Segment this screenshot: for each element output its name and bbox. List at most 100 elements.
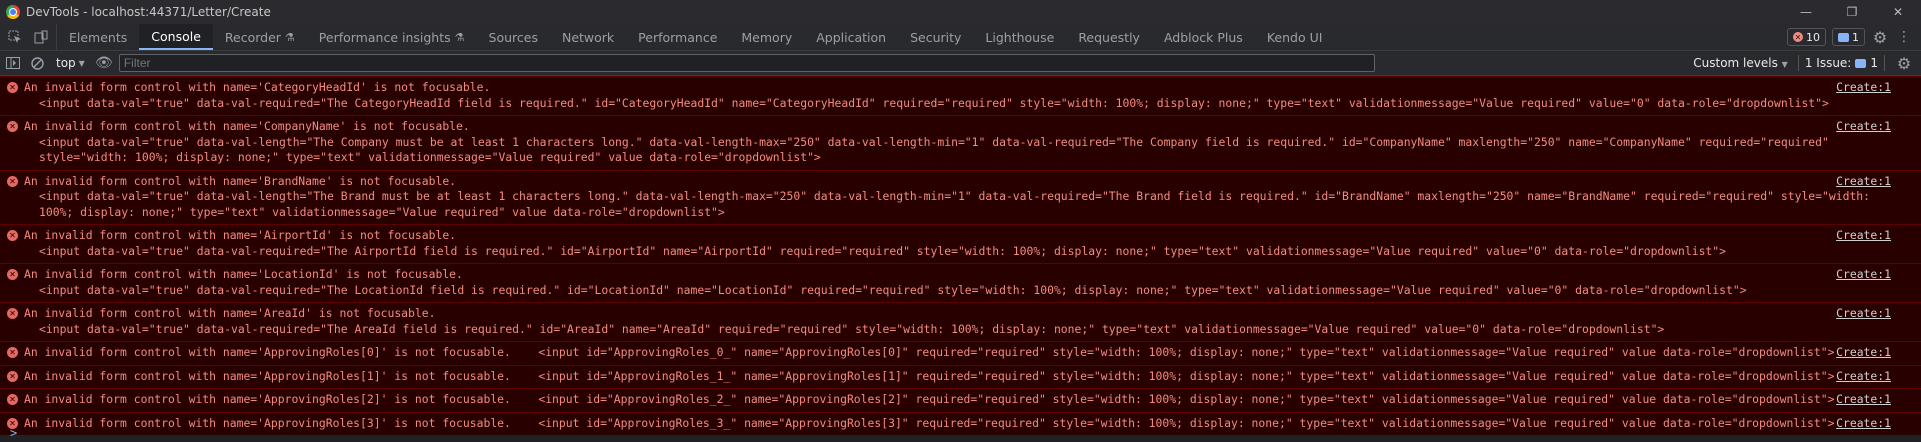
error-icon: ✕ [7, 269, 18, 280]
element-snippet[interactable]: <input data-val="true" data-val-length="… [24, 135, 1891, 166]
sidebar-toggle-icon[interactable] [4, 54, 22, 72]
tab-performance-insights[interactable]: Performance insights ⚗ [307, 24, 477, 50]
console-error-message[interactable]: ✕ An invalid form control with name='Appr… [0, 364, 1921, 388]
tab-network[interactable]: Network [550, 24, 626, 50]
element-snippet[interactable]: <input id="ApprovingRoles_2_" name="Appr… [538, 392, 1834, 406]
tab-label: Performance [638, 29, 718, 45]
error-count: 10 [1806, 30, 1820, 44]
tab-console[interactable]: Console [139, 24, 213, 50]
close-icon[interactable]: ✕ [1875, 0, 1921, 24]
source-link[interactable]: Create:1 [1836, 174, 1891, 190]
error-count-badge[interactable]: ✕ 10 [1787, 28, 1826, 46]
tab-kendo-ui[interactable]: Kendo UI [1255, 24, 1335, 50]
window-title: DevTools - localhost:44371/Letter/Create [26, 5, 271, 19]
minimize-icon[interactable]: — [1783, 0, 1829, 24]
tab-label: Elements [69, 29, 128, 45]
source-link[interactable]: Create:1 [1836, 228, 1891, 244]
tab-label: Sources [488, 29, 538, 45]
chrome-icon [6, 5, 20, 19]
element-snippet[interactable]: <input id="ApprovingRoles_0_" name="Appr… [538, 345, 1834, 359]
more-options-icon[interactable]: ⋮ [1895, 28, 1913, 46]
tab-lighthouse[interactable]: Lighthouse [973, 24, 1066, 50]
element-snippet[interactable]: <input data-val="true" data-val-required… [24, 244, 1891, 260]
tab-elements[interactable]: Elements [57, 24, 139, 50]
source-link[interactable]: Create:1 [1836, 267, 1891, 283]
error-icon: ✕ [7, 370, 18, 382]
element-snippet[interactable]: <input data-val="true" data-val-required… [24, 283, 1891, 299]
source-link[interactable]: Create:1 [1836, 416, 1891, 432]
panel-tabs: Elements Console Recorder ⚗ Performance insi… [57, 24, 1334, 50]
tab-performance[interactable]: Performance [626, 24, 729, 50]
tab-adblock-plus[interactable]: Adblock Plus [1152, 24, 1255, 50]
live-expression-eye-icon[interactable]: 👁 [95, 54, 113, 72]
console-settings-gear-icon[interactable]: ⚙ [1895, 54, 1913, 73]
console-error-message[interactable]: ✕ An invalid form control with name='Cate… [0, 76, 1921, 115]
console-error-message[interactable]: ✕ An invalid form control with name='Bran… [0, 169, 1921, 224]
error-icon: ✕ [7, 394, 18, 405]
clear-console-icon[interactable] [28, 54, 46, 72]
error-icon: ✕ [7, 175, 18, 187]
tab-label: Recorder [224, 29, 281, 45]
filter-input[interactable] [118, 54, 1375, 72]
issues-label: 1 Issue: [1804, 56, 1852, 70]
console-error-message[interactable]: ✕ An invalid form control with name='Loca… [0, 263, 1921, 302]
tab-label: Adblock Plus [1163, 29, 1243, 45]
element-snippet[interactable]: <input id="ApprovingRoles_3_" name="Appr… [538, 416, 1834, 430]
tab-recorder[interactable]: Recorder ⚗ [213, 24, 307, 50]
tab-label: Lighthouse [985, 29, 1055, 45]
source-link[interactable]: Create:1 [1836, 306, 1891, 322]
console-prompt[interactable]: > [10, 426, 17, 440]
source-link[interactable]: Create:1 [1836, 119, 1891, 135]
device-toolbar-icon[interactable] [32, 28, 50, 46]
source-link[interactable]: Create:1 [1836, 345, 1891, 361]
console-error-message[interactable]: ✕ An invalid form control with name='Appr… [0, 341, 1921, 365]
element-snippet[interactable]: <input id="ApprovingRoles_1_" name="Appr… [538, 369, 1834, 383]
tab-memory[interactable]: Memory [729, 24, 804, 50]
tab-security[interactable]: Security [898, 24, 973, 50]
element-snippet[interactable]: <input data-val="true" data-val-length="… [24, 189, 1891, 220]
log-levels-dropdown[interactable]: Custom levels ▼ [1693, 56, 1788, 70]
message-count: 1 [1852, 30, 1859, 44]
source-link[interactable]: Create:1 [1836, 80, 1891, 96]
tab-sources[interactable]: Sources [477, 24, 550, 50]
element-snippet[interactable]: <input data-val="true" data-val-required… [24, 96, 1891, 112]
context-selector[interactable]: top ▼ [52, 56, 89, 70]
context-label: top [56, 56, 76, 70]
tab-label: Memory [741, 29, 793, 45]
element-snippet[interactable]: <input data-val="true" data-val-required… [24, 322, 1891, 338]
tab-application[interactable]: Application [804, 24, 898, 50]
message-text: An invalid form control with name='Appro… [24, 415, 511, 430]
window-controls: — ❐ ✕ [1783, 0, 1921, 24]
window-titlebar: DevTools - localhost:44371/Letter/Create… [0, 0, 1921, 24]
tab-label: Network [561, 29, 615, 45]
message-text: An invalid form control with name='Brand… [24, 173, 457, 188]
message-text: An invalid form control with name='Appro… [24, 368, 511, 383]
message-text: An invalid form control with name='Appro… [24, 345, 511, 359]
tab-requestly[interactable]: Requestly [1066, 24, 1152, 50]
error-icon: ✕ [7, 230, 18, 241]
console-error-message[interactable]: ✕ An invalid form control with name='Appr… [0, 411, 1921, 435]
console-toolbar: top ▼ 👁 Custom levels ▼ 1 Issue: 1 ⚙ [0, 51, 1921, 76]
message-count-badge[interactable]: 1 [1832, 28, 1865, 46]
console-error-message[interactable]: ✕ An invalid form control with name='Area… [0, 302, 1921, 341]
message-icon [1838, 32, 1849, 42]
tabbar-tools [0, 24, 57, 50]
message-text: An invalid form control with name='Airpo… [24, 228, 457, 242]
experimental-flask-icon: ⚗ [284, 30, 295, 44]
chevron-down-icon: ▼ [1781, 60, 1788, 69]
source-link[interactable]: Create:1 [1836, 369, 1891, 385]
tab-label: Console [151, 28, 201, 44]
console-error-message[interactable]: ✕ An invalid form control with name='Airp… [0, 224, 1921, 263]
restore-icon[interactable]: ❐ [1829, 0, 1875, 24]
source-link[interactable]: Create:1 [1836, 392, 1891, 408]
message-text: An invalid form control with name='Categ… [24, 80, 491, 94]
error-icon: ✕ [7, 82, 18, 93]
issues-button[interactable]: 1 Issue: 1 [1797, 55, 1885, 71]
console-error-message[interactable]: ✕ An invalid form control with name='Appr… [0, 388, 1921, 412]
error-icon: ✕ [7, 121, 18, 132]
console-error-message[interactable]: ✕ An invalid form control with name='Comp… [0, 115, 1921, 170]
inspect-element-icon[interactable] [6, 28, 24, 46]
devtools-tabbar: Elements Console Recorder ⚗ Performance insi… [0, 24, 1921, 51]
issues-count: 1 [1870, 56, 1878, 70]
settings-gear-icon[interactable]: ⚙ [1871, 28, 1889, 47]
